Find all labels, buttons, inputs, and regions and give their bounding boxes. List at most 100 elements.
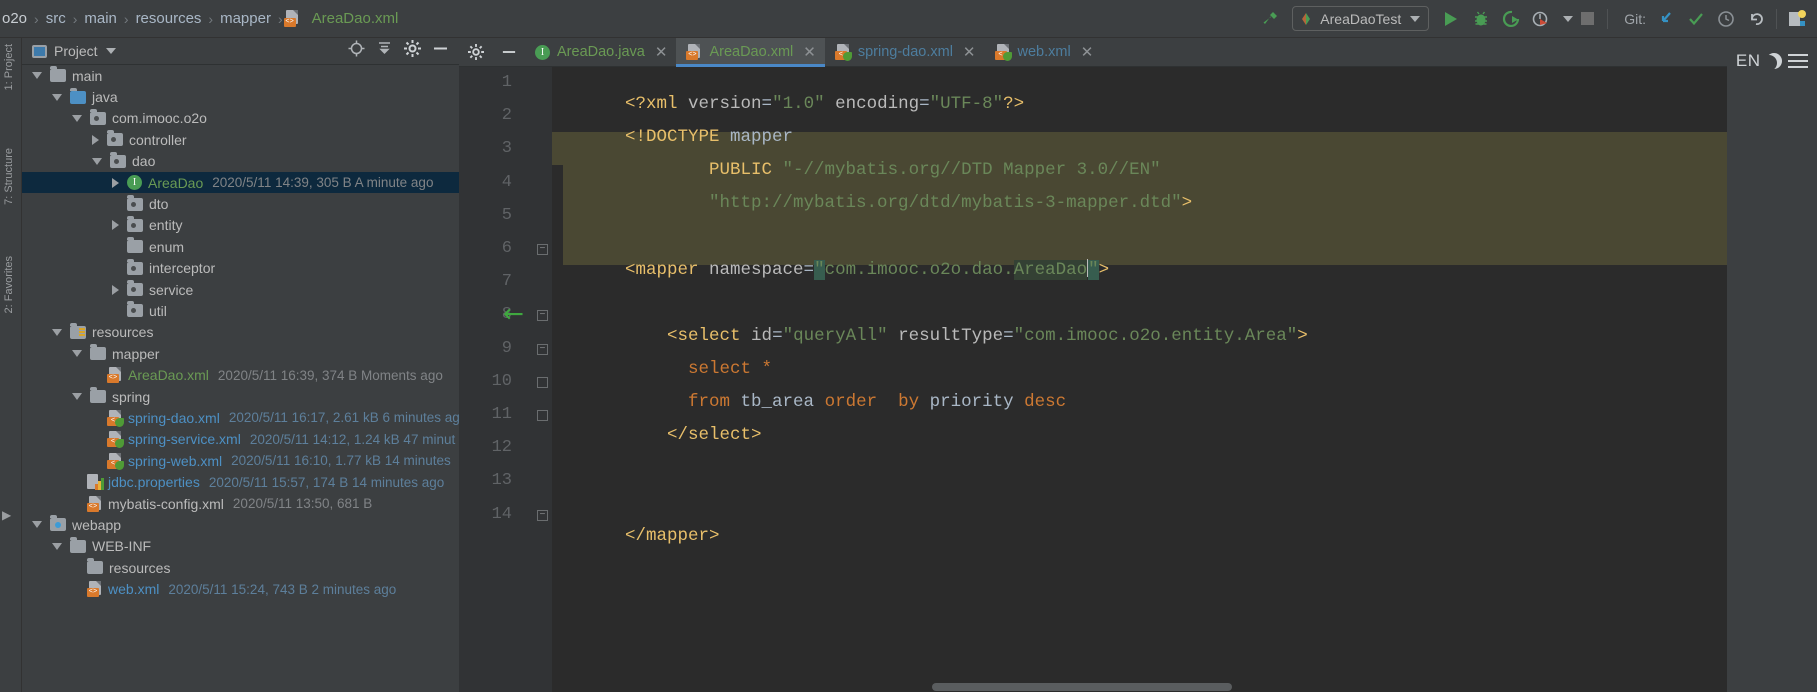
tree-node-spring-web-xml[interactable]: < spring-web.xml 2020/5/11 16:10, 1.77 kB …: [22, 450, 459, 471]
git-commit-button[interactable]: [1682, 5, 1710, 33]
chevron-right-icon[interactable]: [112, 177, 119, 188]
debug-button[interactable]: [1467, 5, 1495, 33]
chevron-down-icon[interactable]: [72, 350, 82, 358]
chevron-down-icon[interactable]: [52, 93, 62, 101]
hide-panel-icon[interactable]: [432, 40, 449, 62]
tab-areadao-java[interactable]: I AreaDao.java ✕: [525, 38, 676, 66]
profile-button[interactable]: [1527, 5, 1555, 33]
tree-node-entity[interactable]: entity: [22, 215, 459, 236]
chevron-right-icon[interactable]: [112, 220, 119, 231]
tree-node-resources[interactable]: resources: [22, 322, 459, 343]
breadcrumb-item-main[interactable]: main: [78, 10, 123, 27]
chevron-down-icon[interactable]: [52, 328, 62, 336]
close-icon[interactable]: ✕: [655, 43, 668, 61]
tree-node-jdbc-properties[interactable]: jdbc.properties 2020/5/11 15:57, 174 B 14…: [22, 471, 459, 492]
close-icon[interactable]: ✕: [963, 43, 976, 61]
run-button[interactable]: [1437, 5, 1465, 33]
tree-node-service[interactable]: service: [22, 279, 459, 300]
chevron-down-icon[interactable]: [32, 521, 42, 529]
editor-gutter[interactable]: 1 2 3 4 5 6 7 8 9 10 11 12 13 14− − − − ←: [459, 67, 552, 692]
code-fold-toggle-line-9[interactable]: −: [537, 343, 548, 355]
sidebar-item-structure[interactable]: 7: Structure: [3, 148, 15, 205]
sidebar-item-project[interactable]: 1: Project: [3, 44, 15, 90]
tab-spring-dao-xml[interactable]: < spring-dao.xml ✕: [825, 38, 985, 66]
dark-mode-icon[interactable]: [1766, 53, 1782, 69]
code-fold-toggle-line-6[interactable]: −: [537, 244, 548, 255]
tree-node-meta: 2020/5/11 13:50, 681 B: [232, 496, 373, 511]
breadcrumb-item-mapper[interactable]: mapper: [214, 10, 277, 27]
chevron-right-icon[interactable]: [92, 134, 99, 145]
editor-horizontal-scrollbar[interactable]: [932, 683, 1232, 691]
tree-node-util[interactable]: util: [22, 300, 459, 321]
stop-button[interactable]: [1573, 5, 1601, 33]
tree-node-resources[interactable]: resources: [22, 557, 459, 578]
tree-node-spring-dao-xml[interactable]: < spring-dao.xml 2020/5/11 16:17, 2.61 kB …: [22, 407, 459, 428]
tree-node-areadao[interactable]: I AreaDao 2020/5/11 14:39, 305 B A minute …: [22, 171, 459, 194]
sidebar-item-favorites[interactable]: 2: Favorites: [3, 256, 15, 313]
tab-web-xml[interactable]: < web.xml ✕: [985, 38, 1103, 66]
tree-node-enum[interactable]: enum: [22, 236, 459, 257]
git-rollback-button[interactable]: [1742, 5, 1770, 33]
project-scrollbar-track[interactable]: [449, 65, 459, 692]
profile-dropdown-icon[interactable]: [1557, 5, 1574, 33]
run-with-coverage-button[interactable]: [1497, 5, 1525, 33]
tree-node-mybatis-config-xml[interactable]: <> mybatis-config.xml 2020/5/11 13:50, 681…: [22, 493, 459, 514]
chevron-down-icon[interactable]: [72, 114, 82, 122]
close-icon[interactable]: ✕: [1081, 43, 1094, 61]
breadcrumb-item-file[interactable]: AreaDao.xml: [306, 10, 405, 27]
git-history-clock-icon[interactable]: [1712, 5, 1740, 33]
breadcrumb-item-resources[interactable]: resources: [130, 10, 208, 27]
project-tree[interactable]: main java com.imooc.o2o controller dao I AreaD…: [22, 65, 459, 692]
tree-node-web-xml[interactable]: <> web.xml 2020/5/11 15:24, 743 B 2 minute…: [22, 578, 459, 599]
locate-icon[interactable]: [348, 40, 365, 62]
tree-node-areadao-xml[interactable]: <> AreaDao.xml 2020/5/11 16:39, 374 B Mome…: [22, 364, 459, 385]
search-everywhere-icon[interactable]: [1783, 5, 1811, 33]
chevron-right-icon[interactable]: [112, 284, 119, 295]
source-folder-icon: [70, 87, 86, 104]
code-fold-toggle-line-10[interactable]: [537, 376, 548, 388]
webapp-folder-icon: [50, 515, 66, 532]
breadcrumb-item-project[interactable]: o2o: [0, 10, 33, 27]
code-fold-toggle-line-11[interactable]: [537, 410, 548, 421]
code-fold-toggle-line-8[interactable]: −: [537, 310, 548, 322]
run-configuration-selector[interactable]: AreaDaoTest: [1292, 6, 1430, 31]
hide-editor-icon[interactable]: [492, 38, 525, 66]
tree-node-controller[interactable]: controller: [22, 129, 459, 150]
tree-node-dao[interactable]: dao: [22, 151, 459, 172]
code-fold-toggle-line-14[interactable]: −: [537, 509, 548, 521]
tree-node-label: com.imooc.o2o: [112, 110, 207, 127]
hamburger-icon[interactable]: [1788, 54, 1809, 68]
tree-node-spring[interactable]: spring: [22, 386, 459, 407]
chevron-down-icon[interactable]: [1410, 15, 1421, 22]
breadcrumb[interactable]: o2o › src › main › resources › mapper › …: [0, 0, 404, 38]
close-icon[interactable]: ✕: [803, 43, 816, 61]
tree-node-web-inf[interactable]: WEB-INF: [22, 536, 459, 557]
chevron-down-icon[interactable]: [32, 72, 42, 80]
tree-node-mapper[interactable]: mapper: [22, 343, 459, 364]
tree-node-com-imooc-o2o[interactable]: com.imooc.o2o: [22, 108, 459, 129]
tree-node-webapp[interactable]: webapp: [22, 514, 459, 535]
expand-strip-icon[interactable]: ▶: [2, 508, 11, 522]
code-line-14: </mapper>: [625, 526, 720, 546]
tree-node-interceptor[interactable]: interceptor: [22, 258, 459, 279]
chevron-down-icon[interactable]: [52, 542, 62, 550]
chevron-down-icon[interactable]: [72, 393, 82, 401]
folder-icon: [127, 237, 143, 254]
tab-areadao-xml[interactable]: <> AreaDao.xml ✕: [676, 38, 826, 67]
chevron-down-icon[interactable]: [105, 48, 116, 54]
tree-node-main[interactable]: main: [22, 65, 459, 86]
tree-node-java[interactable]: java: [22, 86, 459, 107]
git-update-project-button[interactable]: [1652, 5, 1680, 33]
chevron-down-icon[interactable]: [92, 157, 102, 165]
language-badge[interactable]: EN: [1736, 51, 1761, 71]
build-hammer-icon[interactable]: [1256, 5, 1284, 33]
tree-node-dto[interactable]: dto: [22, 193, 459, 214]
editor-settings-gear-icon[interactable]: [459, 38, 492, 66]
collapse-all-icon[interactable]: [376, 40, 393, 62]
gear-icon[interactable]: [404, 40, 421, 62]
tree-node-spring-service-xml[interactable]: < spring-service.xml 2020/5/11 14:12, 1.24…: [22, 429, 459, 450]
breadcrumb-item-src[interactable]: src: [40, 10, 72, 27]
code-editor[interactable]: <?xml version="1.0" encoding="UTF-8"?> <…: [552, 67, 1817, 692]
navigate-to-declaration-arrow-icon[interactable]: ←: [503, 301, 524, 326]
git-label: Git:: [1624, 10, 1646, 27]
